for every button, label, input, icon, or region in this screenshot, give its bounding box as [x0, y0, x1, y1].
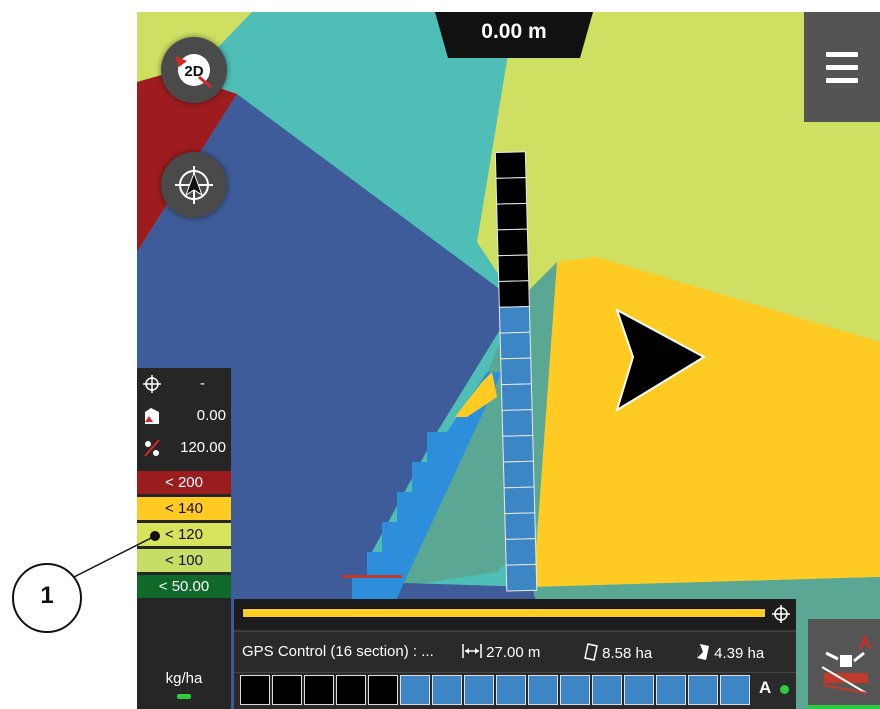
callout-number: 1	[40, 582, 54, 609]
callout-leader-line	[71, 531, 160, 579]
